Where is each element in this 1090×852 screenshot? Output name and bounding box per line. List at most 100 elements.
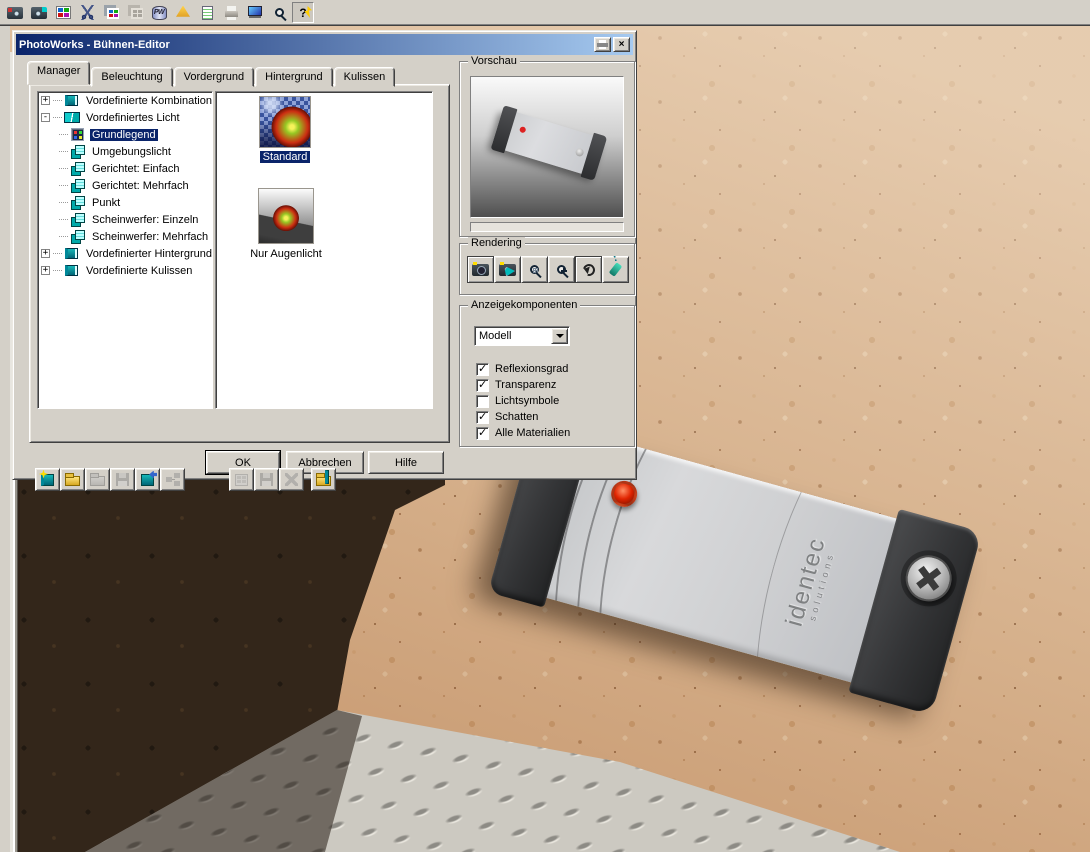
app-toolbar: PW ? [0, 0, 1090, 26]
expander-icon[interactable]: + [41, 96, 50, 105]
expander-icon[interactable]: + [41, 266, 50, 275]
save-scene-button[interactable] [110, 468, 135, 491]
display-icon[interactable] [244, 2, 266, 23]
render-wizard-icon[interactable] [172, 2, 194, 23]
tree-item-label: Scheinwerfer: Einzeln [92, 213, 199, 226]
tree-item[interactable]: - Vordefiniertes Licht [38, 109, 212, 126]
color-swatches-icon[interactable] [52, 2, 74, 23]
cut-icon[interactable] [76, 2, 98, 23]
preview-device-screw [574, 147, 585, 158]
photoworks-database-icon[interactable]: PW [148, 2, 170, 23]
preview-device [490, 105, 608, 181]
thumbnail-image-standard[interactable] [259, 96, 311, 148]
checkbox-reflexionsgrad[interactable]: Reflexionsgrad [476, 362, 568, 376]
folder-toolbar [311, 468, 336, 491]
scene-tree[interactable]: + Vordefinierte Kombinationen - Vordefin… [37, 91, 213, 409]
scene-hierarchy-button[interactable] [160, 468, 185, 491]
thumbnail-standard[interactable]: Standard [252, 96, 318, 163]
help-button[interactable]: Hilfe [368, 451, 444, 474]
expander-icon[interactable]: - [41, 113, 50, 122]
render-button[interactable] [467, 256, 494, 283]
print-icon[interactable] [220, 2, 242, 23]
new-item-button[interactable] [229, 468, 254, 491]
save-item-button[interactable] [254, 468, 279, 491]
tree-item-label: Gerichtet: Einfach [92, 162, 180, 175]
pages-icon [70, 179, 87, 193]
pages-icon [70, 145, 87, 159]
reload-scene-button[interactable] [135, 468, 160, 491]
spray-render-button[interactable] [602, 256, 629, 283]
zoom-search-icon[interactable] [268, 2, 290, 23]
checkbox-icon[interactable] [476, 394, 489, 408]
thumbnail-image-nur-augenlicht[interactable] [258, 188, 314, 244]
redraw-button[interactable] [575, 256, 602, 283]
preview-image [470, 76, 624, 218]
checkbox-schatten[interactable]: Schatten [476, 410, 538, 424]
image-camera-icon[interactable] [4, 2, 26, 23]
chevron-down-icon[interactable] [551, 328, 568, 344]
checkbox-label: Reflexionsgrad [495, 363, 569, 375]
print-button[interactable] [594, 37, 611, 52]
tree-item[interactable]: + Vordefinierte Kombinationen [38, 92, 212, 109]
render-camera-icon[interactable] [28, 2, 50, 23]
tree-item[interactable]: Scheinwerfer: Mehrfach [38, 228, 212, 245]
thumbnail-nur-augenlicht[interactable]: Nur Augenlicht [238, 188, 334, 260]
color-grid-icon [70, 128, 87, 141]
paste-image-icon[interactable] [124, 2, 146, 23]
tree-item[interactable]: Scheinwerfer: Einzeln [38, 211, 212, 228]
rendering-group-label: Rendering [468, 237, 525, 249]
tree-item[interactable]: + Vordefinierte Kulissen [38, 262, 212, 279]
checkbox-icon[interactable] [476, 362, 489, 376]
tree-item[interactable]: Grundlegend [38, 126, 212, 143]
tab-label: Kulissen [343, 71, 386, 83]
tab-manager[interactable]: Manager [27, 61, 91, 85]
dialog-title-bar[interactable]: PhotoWorks - Bühnen-Editor × [16, 34, 633, 55]
tab-hintergrund[interactable]: Hintergrund [255, 67, 333, 87]
tree-item-label: Vordefinierte Kulissen [86, 264, 193, 277]
checkbox-transparenz[interactable]: Transparenz [476, 378, 556, 392]
pages-icon [70, 196, 87, 210]
tree-item[interactable]: + Vordefinierter Hintergrund [38, 245, 212, 262]
tab-label: Beleuchtung [101, 71, 163, 83]
thumbnail-list[interactable]: Standard Nur Augenlicht [215, 91, 433, 409]
tab-beleuchtung[interactable]: Beleuchtung [91, 67, 173, 87]
tree-item[interactable]: Umgebungslicht [38, 143, 212, 160]
expander-icon[interactable]: + [41, 249, 50, 258]
pages-icon [70, 162, 87, 176]
thumbnail-label[interactable]: Nur Augenlicht [250, 248, 322, 260]
preview-device-led [518, 125, 527, 134]
checkbox-alle-materialien[interactable]: Alle Materialien [476, 426, 570, 440]
checkbox-icon[interactable] [476, 410, 489, 424]
add-folder-button[interactable] [311, 468, 336, 491]
checkbox-icon[interactable] [476, 426, 489, 440]
tab-vordergrund[interactable]: Vordergrund [173, 67, 255, 87]
display-components-label: Anzeigekomponenten [468, 299, 581, 311]
tree-item[interactable]: Punkt [38, 194, 212, 211]
open-scene-button[interactable] [60, 468, 85, 491]
cancel-button-label: Abbrechen [298, 456, 352, 469]
tab-kulissen[interactable]: Kulissen [333, 67, 396, 87]
copy-image-icon[interactable] [100, 2, 122, 23]
preview-window-button[interactable] [521, 256, 548, 283]
tree-item-label: Scheinwerfer: Mehrfach [92, 230, 209, 243]
help-lightning-icon[interactable]: ? [292, 2, 314, 23]
photoworks-dialog: PhotoWorks - Bühnen-Editor × Manager Bel… [12, 30, 637, 491]
close-icon: × [618, 39, 625, 50]
open-archive-button[interactable] [85, 468, 110, 491]
render-selection-button[interactable] [494, 256, 521, 283]
delete-item-button[interactable] [279, 468, 304, 491]
preview-group: Vorschau [459, 55, 635, 237]
checkbox-lichtsymbole[interactable]: Lichtsymbole [476, 394, 559, 408]
camera-arrow-icon [499, 261, 516, 276]
tree-item[interactable]: Gerichtet: Einfach [38, 160, 212, 177]
thumbnail-label[interactable]: Standard [259, 151, 311, 163]
printer-icon [597, 40, 608, 49]
checkbox-icon[interactable] [476, 378, 489, 392]
component-dropdown[interactable]: Modell [474, 326, 570, 346]
zoom-area-button[interactable] [548, 256, 575, 283]
close-button[interactable]: × [613, 37, 630, 52]
new-scene-button[interactable] [35, 468, 60, 491]
refresh-icon [580, 261, 597, 278]
tree-item[interactable]: Gerichtet: Mehrfach [38, 177, 212, 194]
document-icon[interactable] [196, 2, 218, 23]
